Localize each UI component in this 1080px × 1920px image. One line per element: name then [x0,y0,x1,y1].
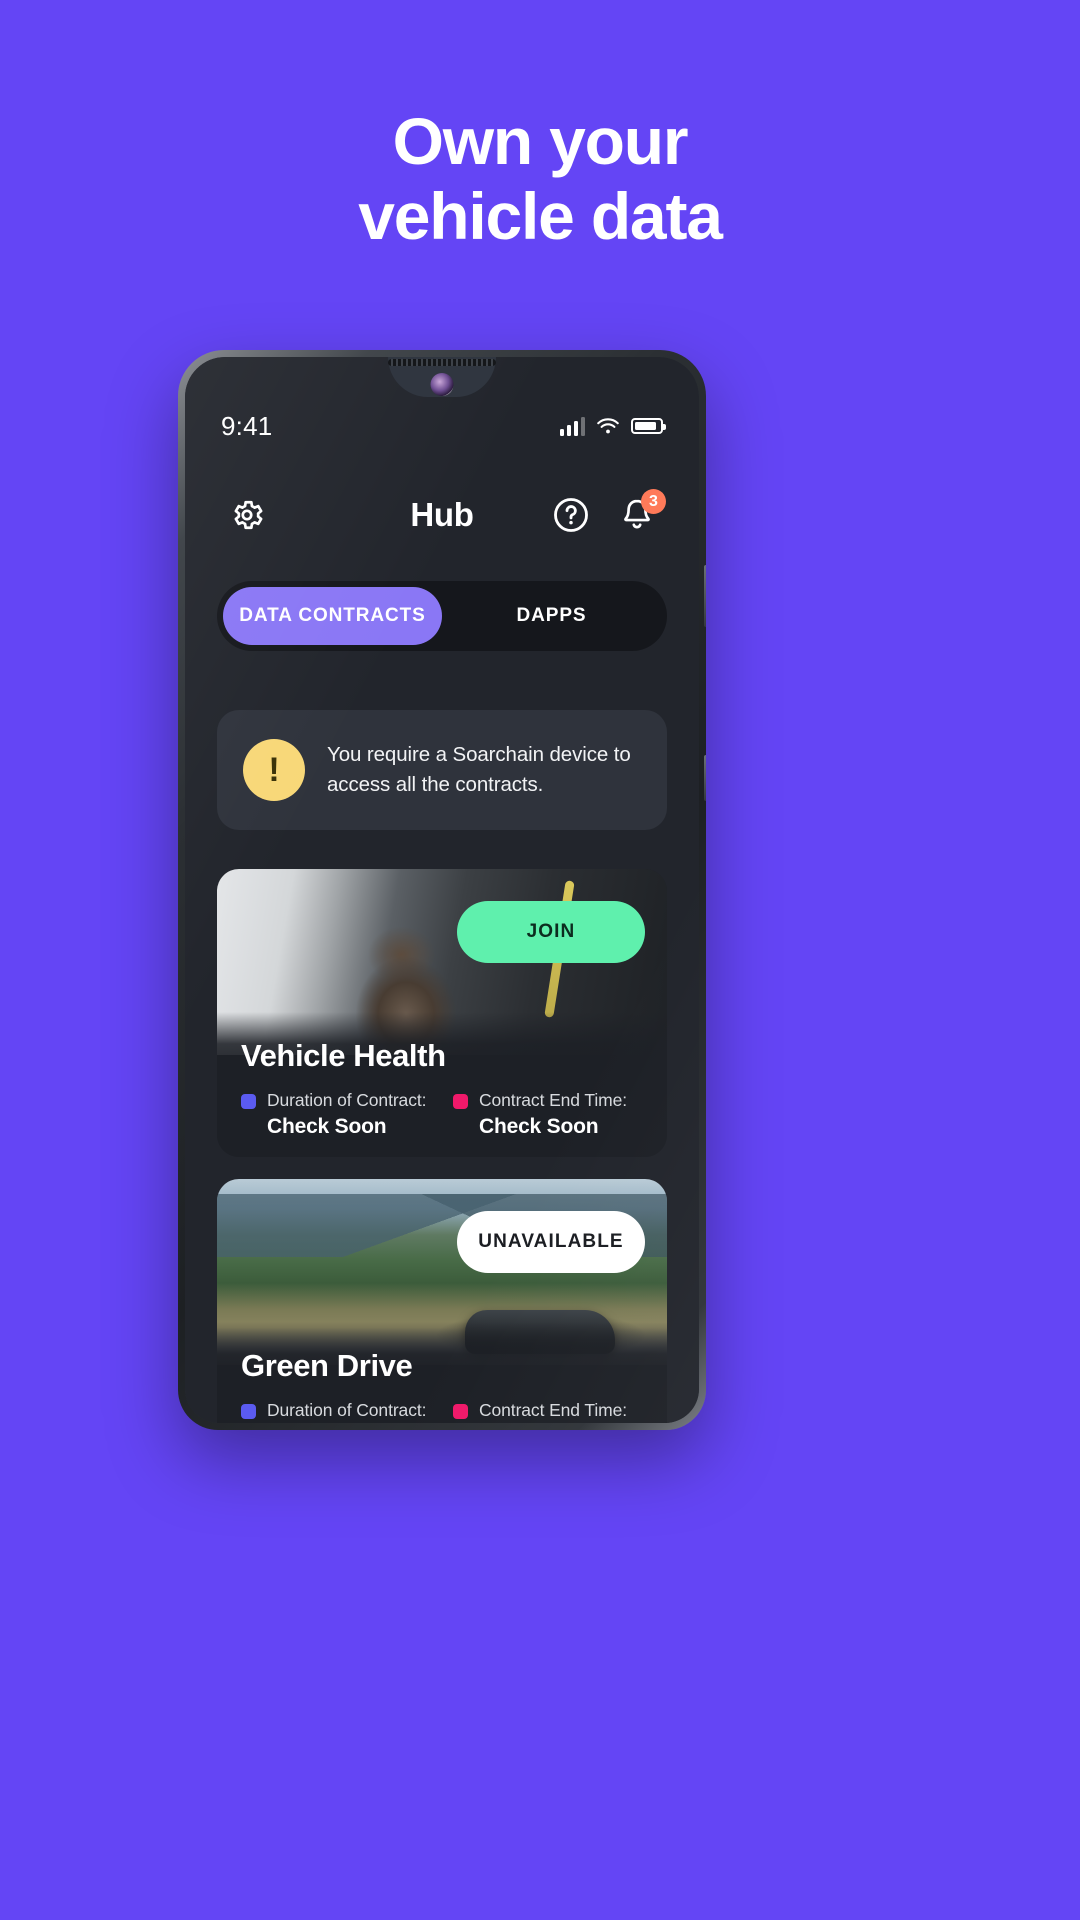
card-meta: Duration of Contract: Check Soon Contrac… [241,1090,643,1139]
notifications-button[interactable]: 3 [615,489,666,537]
meta-label: Duration of Contract: [267,1090,427,1110]
meta-end-time: Contract End Time: Check Soon [453,1400,643,1423]
wifi-icon [597,417,619,433]
tab-data-contracts[interactable]: DATA CONTRACTS [223,587,442,645]
front-camera [430,373,454,396]
meta-label: Contract End Time: [479,1400,627,1420]
meta-duration: Duration of Contract: Check Soon [241,1400,431,1423]
card-title: Green Drive [241,1348,413,1383]
battery-icon [631,418,666,434]
tab-dapps[interactable]: DAPPS [442,587,661,645]
join-button[interactable]: JOIN [457,901,645,963]
status-bar-time: 9:41 [221,410,273,441]
volume-button[interactable] [704,755,706,801]
gear-icon [234,500,263,530]
phone-screen: 9:41 Hub 3 DATA CONTRACTS DAPPS ! You re… [185,357,699,1423]
promo-headline-line2: vehicle data [358,179,723,254]
notification-badge: 3 [641,489,666,514]
card-body: Green Drive Duration of Contract: Check … [217,1322,667,1423]
end-time-dot-icon [453,1094,468,1109]
promo-headline: Own your vehicle data [0,104,1080,254]
header-actions: 3 [549,489,666,537]
meta-label: Contract End Time: [479,1090,627,1110]
meta-duration: Duration of Contract: Check Soon [241,1090,431,1139]
duration-dot-icon [241,1404,256,1419]
help-button[interactable] [549,493,593,537]
settings-button[interactable] [225,493,269,537]
status-bar: 9:41 [185,409,699,443]
card-meta: Duration of Contract: Check Soon Contrac… [241,1400,643,1423]
duration-dot-icon [241,1094,256,1109]
meta-label: Duration of Contract: [267,1400,427,1420]
help-circle-icon [554,498,588,532]
power-button[interactable] [704,565,706,627]
meta-value: Check Soon [267,1115,387,1138]
app-header: Hub 3 [185,483,699,547]
meta-value: Check Soon [479,1115,599,1138]
meta-end-time: Contract End Time: Check Soon [453,1090,643,1139]
tab-bar: DATA CONTRACTS DAPPS [217,581,667,651]
warning-exclamation-icon: ! [243,739,305,801]
contract-card[interactable]: JOIN Vehicle Health Duration of Contract… [217,869,667,1157]
phone-body: 9:41 Hub 3 DATA CONTRACTS DAPPS ! You re… [185,357,699,1423]
promo-headline-line1: Own your [392,104,689,178]
card-title: Vehicle Health [241,1038,446,1073]
contract-card[interactable]: UNAVAILABLE Green Drive Duration of Cont… [217,1179,667,1423]
status-bar-icons [559,416,666,436]
end-time-dot-icon [453,1404,468,1419]
banner-message: You require a Soarchain device to access… [327,743,631,796]
earpiece-speaker [388,359,496,366]
unavailable-button[interactable]: UNAVAILABLE [457,1211,645,1273]
device-required-banner: ! You require a Soarchain device to acce… [217,710,667,830]
phone-mockup: 9:41 Hub 3 DATA CONTRACTS DAPPS ! You re… [178,350,706,1430]
card-body: Vehicle Health Duration of Contract: Che… [217,1012,667,1157]
signal-bars-icon [559,416,585,436]
